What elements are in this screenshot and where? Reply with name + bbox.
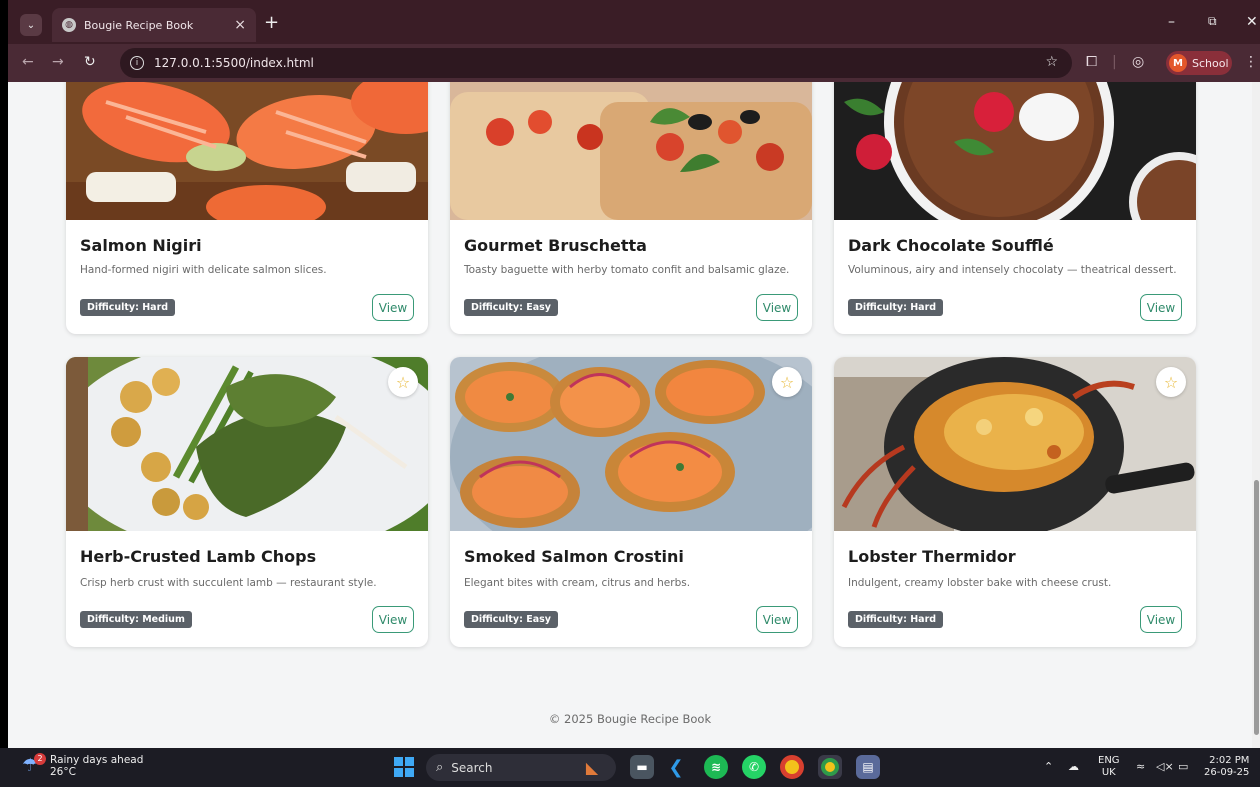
recipe-photo <box>450 357 812 531</box>
recipe-photo <box>834 82 1196 220</box>
recipe-title: Herb-Crusted Lamb Chops <box>80 547 317 566</box>
tab-search-button[interactable]: ⌄ <box>20 14 42 36</box>
recipe-photo <box>450 82 812 220</box>
notepad-icon[interactable]: ▤ <box>856 755 880 779</box>
recipe-description: Elegant bites with cream, citrus and her… <box>464 577 691 589</box>
page-viewport: Salmon Nigiri Hand-formed nigiri with de… <box>8 82 1252 748</box>
lens-icon[interactable]: ◎ <box>1132 54 1144 70</box>
tray-chevron-icon[interactable]: ⌃ <box>1044 760 1053 773</box>
recipe-description: Voluminous, airy and intensely chocolaty… <box>848 264 1177 276</box>
weather-title: Rainy days ahead <box>50 754 144 766</box>
vscode-icon[interactable]: ❮ <box>664 755 688 779</box>
weather-temperature: 26°C <box>50 766 76 778</box>
bookmark-star-icon[interactable]: ☆ <box>1045 54 1058 70</box>
chrome-active-icon[interactable] <box>818 755 842 779</box>
volume-muted-icon[interactable]: ◁× <box>1156 760 1174 773</box>
keyboard-region: UK <box>1101 767 1116 778</box>
view-button[interactable]: View <box>372 294 414 321</box>
chrome-icon[interactable] <box>780 755 804 779</box>
language-code: ENG <box>1098 755 1120 766</box>
address-bar[interactable]: i 127.0.0.1:5500/index.html ☆ <box>120 48 1072 78</box>
reload-icon[interactable]: ↻ <box>84 54 96 70</box>
clock-date: 26-09-25 <box>1204 767 1250 778</box>
battery-icon[interactable]: ▭ <box>1178 760 1188 773</box>
language-indicator[interactable]: ENG UK <box>1098 755 1120 779</box>
difficulty-badge: Difficulty: Easy <box>464 611 558 628</box>
menu-kebab-icon[interactable]: ⋮ <box>1244 54 1258 70</box>
recipe-title: Dark Chocolate Soufflé <box>848 236 1054 255</box>
weather-widget[interactable]: ☂ 2 Rainy days ahead 26°C <box>22 753 144 778</box>
recipe-photo <box>66 357 428 531</box>
windows-taskbar: ☂ 2 Rainy days ahead 26°C ⌕ Search ◣ ▬ ❮… <box>0 748 1260 787</box>
close-icon[interactable]: × <box>234 17 246 33</box>
whatsapp-icon[interactable]: ✆ <box>742 755 766 779</box>
recipe-card: Salmon Nigiri Hand-formed nigiri with de… <box>66 82 428 334</box>
browser-toolbar: ← → ↻ i 127.0.0.1:5500/index.html ☆ ⧠ | … <box>0 44 1260 82</box>
browser-titlebar: ⌄ ◍ Bougie Recipe Book × + – ⧉ ✕ <box>0 0 1260 44</box>
new-tab-button[interactable]: + <box>264 14 279 32</box>
search-icon: ⌕ <box>436 760 444 775</box>
globe-icon: ◍ <box>62 18 76 32</box>
recipe-description: Toasty baguette with herby tomato confit… <box>464 264 790 276</box>
address-url: 127.0.0.1:5500/index.html <box>154 56 314 70</box>
back-arrow-icon[interactable]: ← <box>22 54 34 70</box>
browser-tab[interactable]: ◍ Bougie Recipe Book × <box>52 8 256 42</box>
recipe-card: Gourmet Bruschetta Toasty baguette with … <box>450 82 812 334</box>
recipe-description: Hand-formed nigiri with delicate salmon … <box>80 264 327 276</box>
favorite-star-icon[interactable]: ☆ <box>772 367 802 397</box>
profile-button[interactable]: M School <box>1166 51 1232 75</box>
extensions-icon[interactable]: ⧠ <box>1086 54 1097 70</box>
windows-start-icon[interactable] <box>394 757 414 777</box>
recipe-title: Lobster Thermidor <box>848 547 1016 566</box>
recipe-photo <box>66 82 428 220</box>
difficulty-badge: Difficulty: Hard <box>80 299 176 316</box>
difficulty-badge: Difficulty: Easy <box>464 299 558 316</box>
search-label: Search <box>451 760 493 775</box>
favorite-star-icon[interactable]: ☆ <box>1156 367 1186 397</box>
view-button[interactable]: View <box>1140 294 1182 321</box>
toolbar-divider: | <box>1112 54 1117 70</box>
difficulty-badge: Difficulty: Hard <box>848 299 944 316</box>
wifi-icon[interactable]: ≈ <box>1136 760 1145 773</box>
view-button[interactable]: View <box>1140 606 1182 633</box>
difficulty-badge: Difficulty: Medium <box>80 611 192 628</box>
recipe-description: Crisp herb crust with succulent lamb — r… <box>80 577 377 589</box>
recipe-title: Salmon Nigiri <box>80 236 202 255</box>
recipe-photo <box>834 357 1196 531</box>
clock-time: 2:02 PM <box>1209 755 1250 766</box>
page-footer: © 2025 Bougie Recipe Book <box>548 712 712 726</box>
minimize-icon[interactable]: – <box>1168 14 1175 30</box>
forward-arrow-icon[interactable]: → <box>52 54 64 70</box>
difficulty-badge: Difficulty: Hard <box>848 611 944 628</box>
system-clock[interactable]: 2:02 PM 26-09-25 <box>1204 755 1249 779</box>
recipe-card: ☆ Smoked Salmon Crostini Elegant bites w… <box>450 357 812 647</box>
recipe-card: ☆ Herb-Crusted Lamb Chops Crisp herb cru… <box>66 357 428 647</box>
view-button[interactable]: View <box>372 606 414 633</box>
window-close-icon[interactable]: ✕ <box>1246 14 1258 30</box>
view-button[interactable]: View <box>756 294 798 321</box>
kangaroo-icon[interactable]: ◣ <box>580 755 604 779</box>
favorite-star-icon[interactable]: ☆ <box>388 367 418 397</box>
screen: ⌄ ◍ Bougie Recipe Book × + – ⧉ ✕ ← → ↻ i… <box>0 0 1260 787</box>
restore-icon[interactable]: ⧉ <box>1208 14 1217 29</box>
chevron-down-icon: ⌄ <box>26 19 36 31</box>
scrollbar-thumb[interactable] <box>1254 480 1259 735</box>
site-info-icon[interactable]: i <box>130 56 144 70</box>
recipe-title: Smoked Salmon Crostini <box>464 547 684 566</box>
recipe-description: Indulgent, creamy lobster bake with chee… <box>848 577 1112 589</box>
spotify-icon[interactable]: ≋ <box>704 755 728 779</box>
umbrella-icon: ☂ 2 <box>22 753 46 777</box>
tab-title: Bougie Recipe Book <box>84 18 194 32</box>
recipe-card: Dark Chocolate Soufflé Voluminous, airy … <box>834 82 1196 334</box>
avatar: M <box>1169 54 1187 72</box>
profile-label: School <box>1192 56 1229 70</box>
recipe-card: ☆ Lobster Thermidor Indulgent, creamy lo… <box>834 357 1196 647</box>
cloud-icon[interactable]: ☁ <box>1068 760 1079 773</box>
recipe-title: Gourmet Bruschetta <box>464 236 647 255</box>
file-explorer-icon[interactable]: ▬ <box>630 755 654 779</box>
view-button[interactable]: View <box>756 606 798 633</box>
notification-badge: 2 <box>34 753 46 765</box>
